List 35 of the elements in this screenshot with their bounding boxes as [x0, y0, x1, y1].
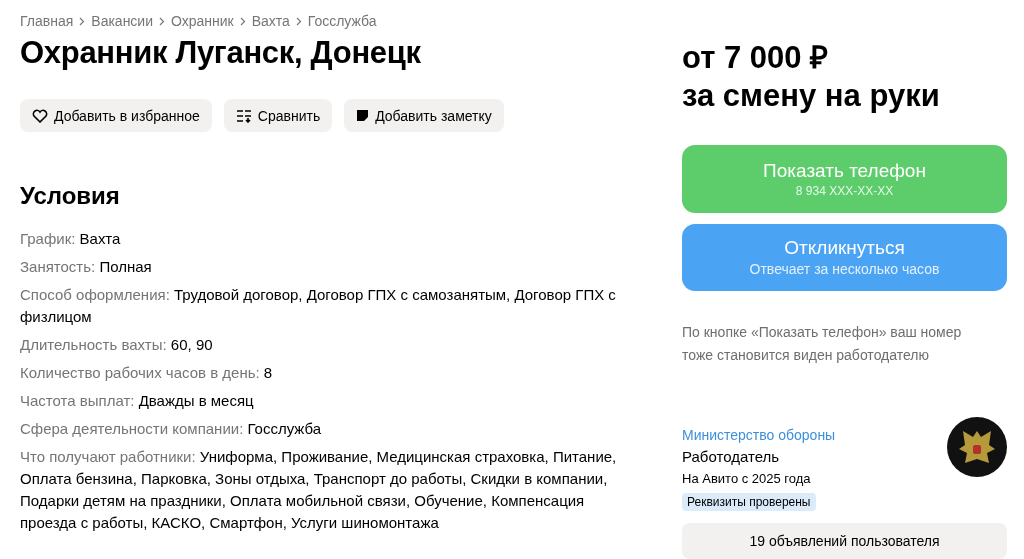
- chevron-icon: [159, 16, 165, 26]
- breadcrumb-link[interactable]: Охранник: [171, 13, 234, 29]
- condition-row-text: Частота выплат: Дважды в месяц: [20, 391, 255, 411]
- emblem-icon: [947, 417, 1007, 478]
- page-title: Охранник Луганск, Донецк: [20, 35, 422, 71]
- heart-icon: [32, 108, 48, 123]
- price: от 7 000 ₽: [682, 39, 830, 77]
- breadcrumb-link[interactable]: Вакансии: [91, 13, 153, 29]
- condition-row-text: Длительность вахты: 60, 90: [20, 335, 214, 355]
- phone-note: По кнопке «Показать телефон» ваш номер тоже становится виден работодателю: [682, 323, 963, 366]
- price-unit: за смену на руки: [682, 77, 941, 115]
- condition-row-text: Сфера деятельности компании: Госслужба: [20, 419, 323, 439]
- condition-row-text: Что получают работники: Униформа, Проживание, Медицинская страховка, Питание, Оплата бензина, Парковка, Зоны отдыха, Транспорт до работы, Скидки в компании, Подарки детям на праздники, Оплата мобильной связи, Обучение, Компенсация проезда с работы, КАСКО, Смартфон, Услуги шиномонтажа: [20, 447, 618, 533]
- breadcrumb-link[interactable]: Госслужба: [307, 13, 377, 29]
- condition-row-text: Занятость: Полная: [20, 257, 153, 277]
- section-heading: Условия: [20, 182, 121, 210]
- chevron-icon: [239, 16, 246, 26]
- breadcrumb-link[interactable]: Главная: [20, 13, 74, 29]
- note-icon: [356, 109, 370, 122]
- chevron-icon: [79, 16, 86, 26]
- compare-button[interactable]: Сравнить: [223, 99, 333, 132]
- compare-icon: [235, 108, 252, 123]
- condition-row-text: Способ оформления: Трудовой договор, Договор ГПХ с самозанятым, Договор ГПХ с физлицом: [20, 285, 617, 327]
- note-button[interactable]: Добавить заметку: [344, 99, 504, 132]
- condition-row-text: График: Вахта: [20, 229, 122, 249]
- seller-name-link[interactable]: Министерство обороны: [682, 427, 836, 444]
- condition-row-text: Количество рабочих часов в день: 8: [20, 363, 274, 383]
- verified-badge: Реквизиты проверены: [682, 493, 816, 512]
- respond-button[interactable]: Откликнуться Отвечает за несколько часов: [682, 223, 1007, 292]
- breadcrumb-link[interactable]: Вахта: [251, 13, 290, 29]
- seller-role: Работодатель: [682, 448, 780, 466]
- seller-since: На Авито с 2025 года: [682, 471, 811, 487]
- seller-listings-button[interactable]: 19 объявлений пользователя: [682, 523, 1007, 559]
- favorite-button[interactable]: Добавить в избранное: [20, 99, 212, 132]
- chevron-icon: [295, 16, 302, 26]
